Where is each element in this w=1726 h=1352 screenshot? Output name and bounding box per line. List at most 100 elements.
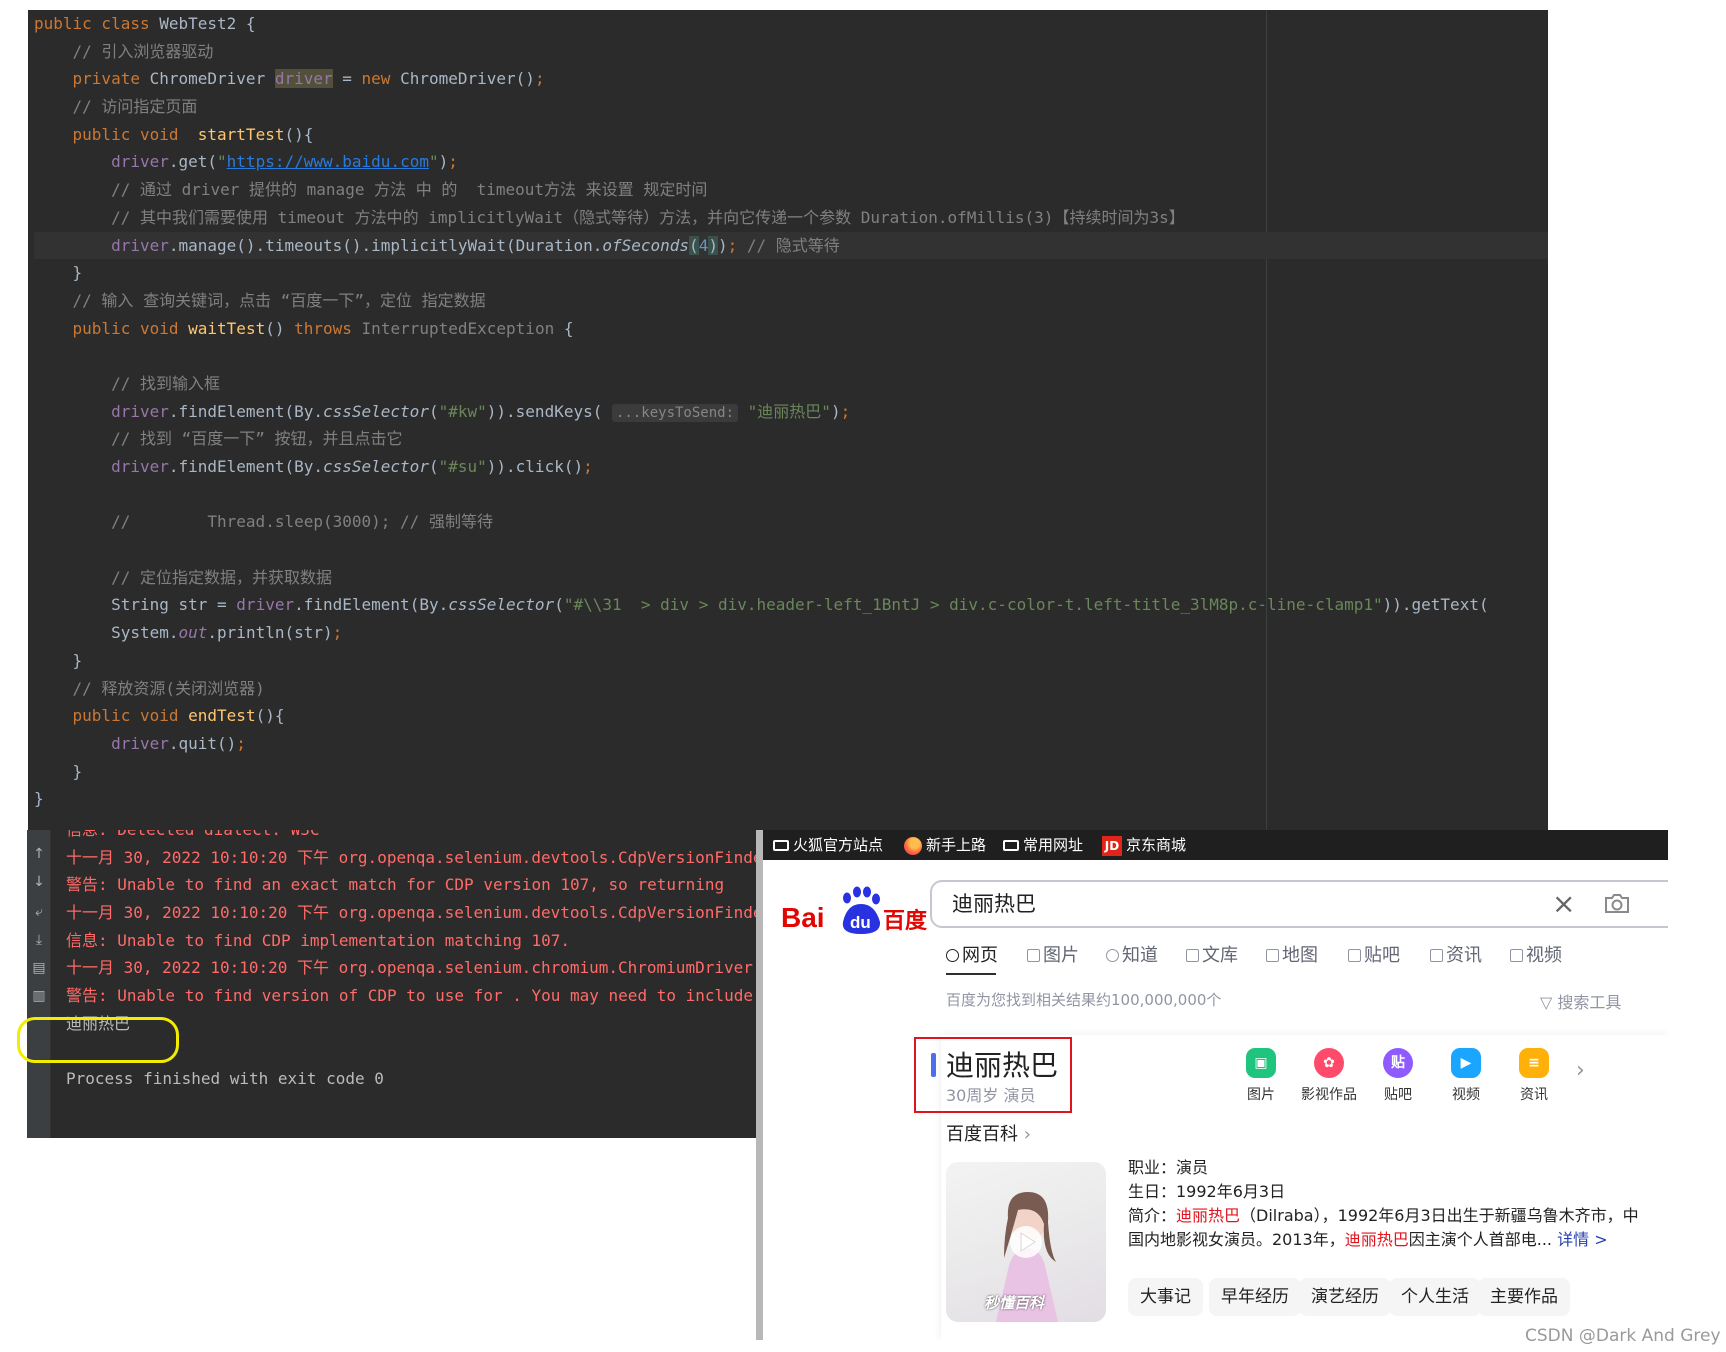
highlight-circle-annotation (17, 1017, 179, 1063)
code-line: public void waitTest() throws Interrupte… (34, 318, 574, 338)
quick-link-news[interactable]: ≡ 资讯 (1499, 1048, 1569, 1104)
tab-video[interactable]: 视频 (1510, 940, 1562, 972)
tag-personal-life[interactable]: 个人生活 (1389, 1278, 1481, 1316)
info-intro-line1: 简介：迪丽热巴（Dilraba），1992年6月3日出生于新疆乌鲁木齐市，中 (1128, 1206, 1639, 1225)
code-line: // 释放资源(关闭浏览器) (34, 678, 265, 698)
camera-icon[interactable] (1604, 892, 1630, 914)
code-line: // 定位指定数据，并获取数据 (34, 567, 332, 587)
tab-zhidao[interactable]: 知道 (1106, 940, 1158, 972)
code-line: // 通过 driver 提供的 manage 方法 中 的 timeout方法… (34, 180, 708, 200)
code-line: public void startTest(){ (34, 124, 314, 144)
code-line: driver.quit(); (111, 733, 246, 753)
baike-section-title[interactable]: 百度百科 › (946, 1120, 1031, 1146)
print-icon[interactable]: ▤ (31, 960, 47, 976)
document-icon (1186, 949, 1199, 962)
console-line: 十一月 30, 2022 10:10:20 下午 org.openqa.sele… (66, 847, 757, 867)
quick-link-tieba[interactable]: 贴贴吧 (1363, 1048, 1433, 1104)
code-line: // 引入浏览器驱动 (34, 41, 214, 61)
entity-photo[interactable]: 秒懂百科 (946, 1162, 1106, 1322)
news-icon: ≡ (1519, 1048, 1549, 1078)
code-line: public class WebTest2 { (34, 14, 256, 33)
trash-icon[interactable]: ▥ (31, 988, 47, 1004)
console-exit-line: Process finished with exit code 0 (66, 1069, 384, 1089)
quick-link-images[interactable]: ▣ 图片 (1226, 1048, 1296, 1104)
code-line: public void endTest(){ (34, 706, 285, 726)
quick-link-works[interactable]: ✿ 影视作品 (1294, 1048, 1364, 1104)
folder-icon (1003, 840, 1019, 851)
console-separator (50, 830, 51, 1138)
detail-link[interactable]: 详情 > (1557, 1230, 1608, 1249)
up-arrow-icon[interactable]: ↑ (31, 846, 47, 862)
code-line-current: driver.manage().timeouts().implicitlyWai… (34, 231, 1548, 260)
tag-main-works[interactable]: 主要作品 (1478, 1278, 1570, 1316)
bookmarks-bar: 火狐官方站点 新手上路 常用网址 JD 京东商城 (763, 830, 1668, 860)
watermark-text: CSDN @Dark And Grey (1525, 1326, 1721, 1346)
code-line: driver.findElement(By.cssSelector("#su")… (111, 457, 593, 476)
tag-chronicle[interactable]: 大事记 (1128, 1278, 1203, 1316)
close-icon[interactable]: × (1552, 890, 1575, 918)
url-link[interactable]: https://www.baidu.com (227, 152, 429, 171)
info-birthday: 生日：1992年6月3日 (1128, 1182, 1286, 1201)
code-line: String str = driver.findElement(By.cssSe… (34, 595, 1489, 615)
code-line: System.out.println(str); (34, 623, 343, 643)
film-reel-icon: ✿ (1314, 1048, 1344, 1078)
code-line: private ChromeDriver driver = new Chrome… (34, 69, 545, 89)
result-count: 百度为您找到相关结果约100,000,000个 (946, 991, 1222, 1009)
image-icon: ▣ (1246, 1048, 1276, 1078)
bookmark-jd-mall[interactable]: JD 京东商城 (1102, 830, 1186, 860)
tieba-icon: 贴 (1383, 1048, 1413, 1078)
video-icon (1510, 949, 1523, 962)
baike-watermark: 秒懂百科 (984, 1294, 1045, 1312)
tab-news[interactable]: 资讯 (1430, 940, 1482, 972)
console-line: 信息: Detected dialect: W3C (66, 830, 757, 844)
console-toolbar: ↑ ↓ ⤶ ⤓ ▤ ▥ (27, 830, 50, 1138)
info-intro-line2: 国内地影视女演员。2013年，迪丽热巴因主演个人首部电... 详情 > (1128, 1230, 1608, 1249)
firefox-icon (904, 836, 922, 855)
tab-wenku[interactable]: 文库 (1186, 940, 1238, 972)
folder-icon (773, 840, 789, 851)
baidu-logo[interactable]: Bai du 百度 (781, 882, 931, 952)
tab-web[interactable]: 网页 (946, 940, 998, 972)
tab-tieba[interactable]: 贴吧 (1348, 940, 1400, 972)
bookmark-getting-started[interactable]: 新手上路 (904, 830, 986, 860)
svg-text:du: du (850, 913, 871, 932)
code-line: // 找到 “百度一下” 按钮，并且点击它 (34, 429, 403, 449)
search-icon (946, 949, 959, 962)
quick-link-video[interactable]: ▶ 视频 (1431, 1048, 1501, 1104)
window-border (756, 830, 763, 1340)
code-line: } (34, 650, 83, 670)
code-line: } (34, 263, 83, 283)
console-line: 十一月 30, 2022 10:10:20 下午 org.openqa.sele… (66, 903, 757, 923)
scroll-to-end-icon[interactable]: ⤓ (31, 932, 47, 948)
svg-text:百度: 百度 (883, 908, 928, 934)
code-editor[interactable]: public class WebTest2 { // 引入浏览器驱动 priva… (28, 10, 1548, 830)
tag-early-life[interactable]: 早年经历 (1209, 1278, 1301, 1316)
chevron-right-icon[interactable]: › (1576, 1058, 1585, 1083)
tab-images[interactable]: 图片 (1027, 940, 1079, 972)
soft-wrap-icon[interactable]: ⤶ (31, 904, 47, 920)
search-tools-button[interactable]: ▽ 搜索工具 (1540, 989, 1621, 1013)
bookmark-firefox-site[interactable]: 火狐官方站点 (773, 830, 883, 860)
down-arrow-icon[interactable]: ↓ (31, 874, 47, 890)
tieba-icon (1348, 949, 1361, 962)
run-console[interactable]: ↑ ↓ ⤶ ⤓ ▤ ▥ 信息: Detected dialect: W3C 十一… (27, 830, 757, 1138)
code-line: // 访问指定页面 (34, 97, 198, 117)
filter-icon: ▽ (1540, 993, 1558, 1012)
console-line: 警告: Unable to find version of CDP to use… (66, 986, 754, 1006)
jd-icon: JD (1102, 835, 1122, 856)
tab-map[interactable]: 地图 (1266, 940, 1318, 972)
tag-career[interactable]: 演艺经历 (1299, 1278, 1391, 1316)
search-input[interactable]: 迪丽热巴 × (930, 880, 1668, 928)
code-line: // 其中我们需要使用 timeout 方法中的 implicitlyWait（… (34, 207, 1185, 227)
console-line: 十一月 30, 2022 10:10:20 下午 org.openqa.sele… (66, 958, 753, 978)
code-line: } (34, 761, 83, 781)
question-icon (1106, 949, 1119, 962)
code-area[interactable]: public class WebTest2 { // 引入浏览器驱动 priva… (34, 10, 1548, 813)
highlight-box-annotation (914, 1037, 1072, 1113)
bookmark-common-sites[interactable]: 常用网址 (1003, 830, 1083, 860)
code-line: // 输入 查询关键词，点击 “百度一下”，定位 指定数据 (34, 290, 486, 310)
chevron-right-icon: › (1018, 1124, 1031, 1145)
